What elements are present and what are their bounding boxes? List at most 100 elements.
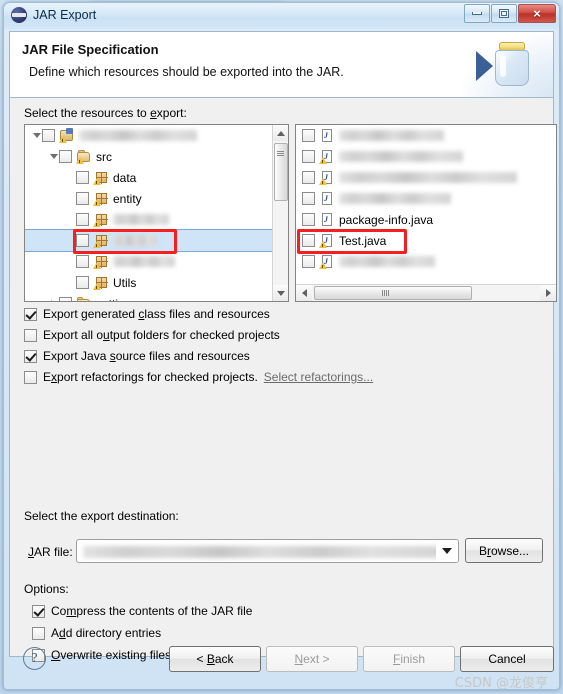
- tree-row-checkbox[interactable]: [59, 150, 72, 163]
- tree-row-checkbox[interactable]: [76, 192, 89, 205]
- destination-label: Select the export destination:: [24, 509, 179, 523]
- tree-row-checkbox[interactable]: [59, 297, 72, 301]
- warning-badge-icon: [319, 262, 327, 269]
- file-list-horizontal-scrollbar[interactable]: [296, 284, 556, 301]
- export-option-row[interactable]: Export generated class files and resourc…: [24, 305, 270, 323]
- cancel-button[interactable]: Cancel: [460, 646, 554, 672]
- file-list-row[interactable]: J: [296, 188, 556, 209]
- scroll-thumb-grip: [277, 151, 284, 156]
- tree-vertical-scrollbar[interactable]: [272, 125, 288, 301]
- twisty-open-icon[interactable]: [48, 151, 59, 162]
- minimize-button[interactable]: [464, 4, 490, 23]
- scroll-down-button[interactable]: [273, 285, 288, 301]
- scroll-left-button[interactable]: [296, 285, 312, 301]
- warning-badge-icon: [93, 178, 101, 185]
- file-row-checkbox[interactable]: [302, 150, 315, 163]
- tree-row-checkbox[interactable]: [76, 276, 89, 289]
- option-row[interactable]: Compress the contents of the JAR file: [32, 602, 252, 620]
- jar-file-combo[interactable]: [76, 539, 459, 563]
- tree-row-label: src: [96, 149, 112, 164]
- twisty-closed-icon[interactable]: [48, 298, 59, 301]
- resources-label: Select the resources to export:: [24, 106, 187, 120]
- export-option-row[interactable]: Export refactorings for checked projects…: [24, 368, 373, 386]
- back-button-label: < Back: [196, 652, 234, 666]
- dialog-footer: ? < Back Next > Finish Cancel CSDN @龙俊亨: [9, 635, 554, 689]
- tree-row[interactable]: [25, 251, 288, 272]
- tree-row[interactable]: settings: [25, 293, 288, 301]
- hscroll-thumb[interactable]: [314, 286, 472, 300]
- browse-button-label: Browse...: [478, 543, 530, 558]
- warning-badge-icon: [93, 283, 101, 290]
- tree-row[interactable]: [25, 209, 288, 230]
- next-button-label: Next >: [294, 652, 330, 666]
- export-option-checkbox[interactable]: [24, 328, 37, 342]
- tree-row-checkbox[interactable]: [76, 213, 89, 226]
- export-option-row[interactable]: Export all output folders for checked pr…: [24, 326, 280, 344]
- tree-row[interactable]: [25, 125, 288, 146]
- close-button[interactable]: ×: [518, 4, 556, 23]
- file-row-checkbox[interactable]: [302, 129, 315, 142]
- tree-row-checkbox[interactable]: [76, 171, 89, 184]
- tree-row-checkbox[interactable]: [76, 234, 89, 247]
- tree-row[interactable]: entity: [25, 188, 288, 209]
- tree-row-checkbox[interactable]: [76, 255, 89, 268]
- warning-badge-icon: [93, 262, 101, 269]
- file-row-checkbox[interactable]: [302, 255, 315, 268]
- jar-icon: [493, 42, 531, 87]
- folder-icon: [76, 296, 92, 301]
- banner-title: JAR File Specification: [22, 42, 159, 57]
- package-icon: [93, 275, 109, 290]
- close-icon: ×: [533, 6, 541, 21]
- export-option-checkbox[interactable]: [24, 370, 37, 384]
- file-row-label-blurred: [339, 172, 517, 183]
- java-file-icon: J: [319, 233, 335, 248]
- select-refactorings-link[interactable]: Select refactorings...: [264, 370, 373, 384]
- tree-row[interactable]: data: [25, 167, 288, 188]
- tree-row[interactable]: src: [25, 146, 288, 167]
- chevron-down-icon[interactable]: [436, 540, 458, 562]
- resource-tree[interactable]: src data entity Utils settings: [24, 124, 289, 302]
- maximize-button[interactable]: [491, 4, 517, 23]
- file-row-checkbox[interactable]: [302, 234, 315, 247]
- package-icon: [93, 233, 109, 248]
- tree-row[interactable]: Utils: [25, 272, 288, 293]
- scroll-up-button[interactable]: [273, 125, 288, 141]
- wizard-banner: JAR File Specification Define which reso…: [9, 31, 554, 97]
- java-file-icon: J: [319, 170, 335, 185]
- maximize-icon: [499, 9, 509, 18]
- export-option-checkbox[interactable]: [24, 349, 37, 363]
- tree-row-checkbox[interactable]: [42, 129, 55, 142]
- file-row-checkbox[interactable]: [302, 171, 315, 184]
- tree-row-label: entity: [113, 191, 142, 206]
- file-list-row[interactable]: J: [296, 146, 556, 167]
- browse-button[interactable]: Browse...: [465, 538, 543, 563]
- file-list[interactable]: J J J J Jpackage-info.java J Test.java J: [295, 124, 557, 302]
- warning-badge-icon: [319, 178, 327, 185]
- warning-badge-icon: [93, 199, 101, 206]
- twisty-open-icon[interactable]: [31, 130, 42, 141]
- file-list-row[interactable]: J: [296, 251, 556, 272]
- file-row-checkbox[interactable]: [302, 213, 315, 226]
- banner-description: Define which resources should be exporte…: [29, 65, 344, 79]
- tree-row-label-blurred: [79, 130, 197, 141]
- tree-row[interactable]: [25, 229, 288, 252]
- jar-file-label: JAR file:: [28, 545, 73, 559]
- back-button[interactable]: < Back: [169, 646, 261, 672]
- export-option-checkbox[interactable]: [24, 307, 37, 321]
- file-list-row[interactable]: J Test.java: [296, 230, 556, 251]
- scroll-right-button[interactable]: [540, 285, 556, 301]
- file-list-row[interactable]: J: [296, 125, 556, 146]
- file-list-row[interactable]: Jpackage-info.java: [296, 209, 556, 230]
- file-list-row[interactable]: J: [296, 167, 556, 188]
- help-icon[interactable]: ?: [23, 647, 46, 670]
- option-checkbox[interactable]: [32, 604, 45, 618]
- file-row-checkbox[interactable]: [302, 192, 315, 205]
- file-row-label-blurred: [339, 193, 451, 204]
- package-icon: [93, 212, 109, 227]
- export-option-row[interactable]: Export Java source files and resources: [24, 347, 250, 365]
- java-file-icon: J: [319, 254, 335, 269]
